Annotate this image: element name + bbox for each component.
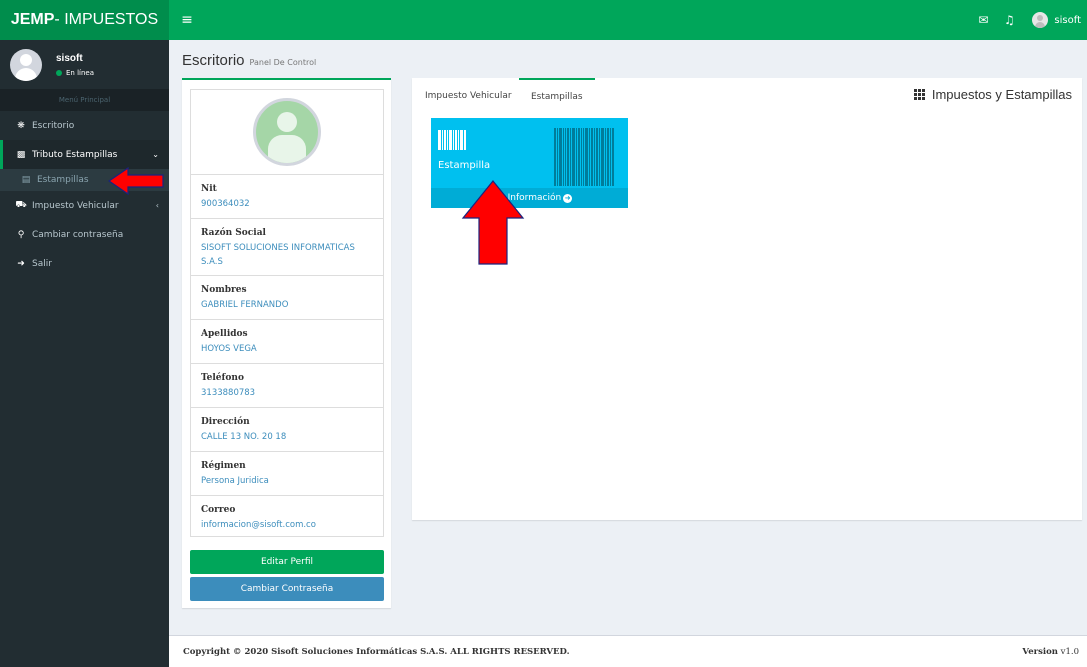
key-icon: ⚲ <box>17 229 25 240</box>
online-dot-icon <box>56 69 62 76</box>
sidebar-item-salir[interactable]: ➜ Salir <box>0 249 169 278</box>
navbar-right: ✉ ♫ sisoft <box>970 0 1087 40</box>
chevron-down-icon: ⌄ <box>152 150 159 159</box>
annotation-arrow-left-icon <box>108 166 164 196</box>
sidebar-item-escritorio[interactable]: ❋ Escritorio <box>0 111 169 140</box>
online-status-label: En línea <box>66 68 95 77</box>
page-subtitle: Panel De Control <box>249 58 317 67</box>
dashboard-icon: ❋ <box>17 120 25 131</box>
version-info: Version v1.0 <box>1022 647 1079 657</box>
annotation-arrow-up-icon <box>461 180 525 265</box>
field-value: CALLE 13 NO. 20 18 <box>201 432 287 442</box>
car-icon: ⛟ <box>15 200 27 210</box>
sidebar-item-cambiar-contrasena[interactable]: ⚲ Cambiar contraseña <box>0 220 169 249</box>
user-avatar[interactable] <box>1032 12 1049 28</box>
chevron-left-icon: ‹ <box>155 201 159 210</box>
field-value: 3133880783 <box>201 388 256 398</box>
profile-field-correo: Correo informacion@sisoft.com.co <box>191 496 383 540</box>
sidebar-item-label: Escritorio <box>32 120 75 131</box>
bell-icon[interactable]: ♫ <box>996 13 1022 27</box>
edit-profile-button[interactable]: Editar Perfil <box>190 550 384 574</box>
avatar <box>10 48 42 81</box>
field-label: Nombres <box>201 285 247 295</box>
field-value: HOYOS VEGA <box>201 344 257 354</box>
top-navbar: ≡ ✉ ♫ sisoft <box>169 0 1087 40</box>
profile-avatar <box>253 98 321 166</box>
brand-name: JEMP <box>10 11 55 28</box>
copyright-text: Copyright © 2020 Sisoft Soluciones Infor… <box>183 646 570 657</box>
profile-box: Nit 900364032 Razón Social SISOFT SOLUCI… <box>182 78 391 608</box>
tab-impuesto-vehicular[interactable]: Impuesto Vehicular <box>413 78 524 114</box>
user-info: sisoft En línea <box>56 53 94 77</box>
field-value: GABRIEL FERNANDO <box>201 300 289 310</box>
version-number: v1.0 <box>1060 646 1079 657</box>
field-label: Teléfono <box>201 373 244 383</box>
profile-field-nombres: Nombres GABRIEL FERNANDO <box>191 276 383 320</box>
envelope-icon[interactable]: ✉ <box>970 13 996 27</box>
barcode-icon: ▩ <box>16 149 26 160</box>
brand-suffix: - IMPUESTOS <box>54 11 159 28</box>
sidebar: sisoft En línea Menú Principal ❋ Escrito… <box>0 40 169 667</box>
app-logo[interactable]: JEMP - IMPUESTOS <box>0 0 169 40</box>
field-label: Razón Social <box>201 228 266 238</box>
profile-details: Nit 900364032 Razón Social SISOFT SOLUCI… <box>190 89 384 537</box>
estampilla-label: Estampilla <box>438 160 491 171</box>
field-label: Nit <box>201 184 217 194</box>
field-value: 900364032 <box>201 199 250 209</box>
menu-header: Menú Principal <box>0 89 169 111</box>
field-label: Apellidos <box>201 329 248 339</box>
field-value: informacion@sisoft.com.co <box>201 520 316 530</box>
profile-field-nit: Nit 900364032 <box>191 175 383 219</box>
field-label: Dirección <box>201 417 250 427</box>
content-header: Escritorio Panel De Control <box>182 52 316 69</box>
profile-field-razon-social: Razón Social SISOFT SOLUCIONES INFORMATI… <box>191 219 383 276</box>
version-label: Version <box>1022 646 1058 657</box>
page-footer: Copyright © 2020 Sisoft Soluciones Infor… <box>169 635 1087 667</box>
barcode-watermark-icon <box>554 128 620 186</box>
sidebar-item-tributo-estampillas[interactable]: ▩ Tributo Estampillas ⌄ <box>0 140 169 169</box>
user-panel: sisoft En línea <box>0 40 169 89</box>
field-label: Régimen <box>201 461 246 471</box>
file-icon: ▤ <box>21 175 31 185</box>
sidebar-user-name: sisoft <box>56 52 83 64</box>
tab-estampillas[interactable]: Estampillas <box>519 78 595 114</box>
tabs-header: Impuestos y Estampillas <box>913 87 1072 102</box>
sign-out-icon: ➜ <box>17 258 25 269</box>
profile-field-direccion: Dirección CALLE 13 NO. 20 18 <box>191 408 383 452</box>
profile-field-apellidos: Apellidos HOYOS VEGA <box>191 320 383 364</box>
profile-picture-container <box>191 90 383 175</box>
sidebar-item-label: Tributo Estampillas <box>32 149 118 160</box>
sidebar-item-label: Cambiar contraseña <box>32 229 124 240</box>
change-password-button[interactable]: Cambiar Contraseña <box>190 577 384 601</box>
th-grid-icon <box>913 89 927 100</box>
sidebar-item-label: Estampillas <box>37 175 89 185</box>
top-user-name[interactable]: sisoft <box>1054 15 1081 26</box>
field-label: Correo <box>201 505 236 515</box>
barcode-icon <box>438 130 466 150</box>
field-value: SISOFT SOLUCIONES INFORMATICAS S.A.S <box>201 243 355 267</box>
page-title: Escritorio <box>182 52 245 69</box>
menu-toggle-icon[interactable]: ≡ <box>169 12 205 28</box>
tabs-title: Impuestos y Estampillas <box>931 87 1072 102</box>
profile-field-telefono: Teléfono 3133880783 <box>191 364 383 408</box>
arrow-circle-right-icon: ➜ <box>563 193 573 203</box>
online-status: En línea <box>56 69 94 77</box>
field-value: Persona Juridica <box>201 476 269 486</box>
sidebar-item-label: Impuesto Vehicular <box>32 200 119 211</box>
sidebar-item-label: Salir <box>32 258 52 269</box>
profile-field-regimen: Régimen Persona Juridica <box>191 452 383 496</box>
